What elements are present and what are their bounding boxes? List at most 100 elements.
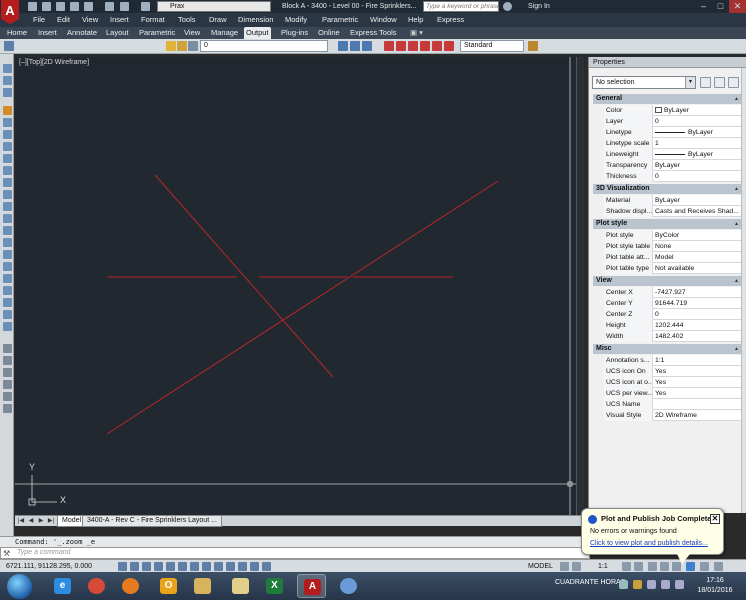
property-row[interactable]: UCS per view... Yes [604, 388, 741, 399]
maximize-button[interactable]: □ [712, 0, 729, 13]
property-row[interactable]: UCS Name [604, 399, 741, 410]
chamfer-icon[interactable] [3, 262, 12, 271]
drawing-canvas[interactable]: [–][Top][2D Wireframe] Y X [15, 57, 585, 515]
property-value[interactable]: ByLayer [654, 105, 740, 116]
layer-delete-icon[interactable] [444, 41, 454, 51]
layer-dropdown[interactable]: 0 [200, 40, 328, 52]
property-row[interactable]: Linetype scale 1 [604, 138, 741, 149]
taskbar-firefox[interactable] [116, 574, 145, 598]
blend-icon[interactable] [3, 286, 12, 295]
model-space-button[interactable]: MODEL [528, 561, 553, 572]
property-value[interactable]: 1202.444 [654, 320, 740, 331]
cloud-icon[interactable] [84, 2, 93, 11]
toggle-pickadd-icon[interactable] [700, 77, 711, 88]
layer-merge-icon[interactable] [432, 41, 442, 51]
tray-network-icon[interactable] [647, 580, 656, 589]
taskbar-file-explorer[interactable] [188, 574, 217, 598]
dynamic-input-icon[interactable] [214, 562, 223, 571]
property-row[interactable]: Lineweight ByLayer [604, 149, 741, 160]
tab-output[interactable]: Output [244, 27, 271, 39]
osnap-icon[interactable] [178, 562, 187, 571]
select-objects-icon[interactable] [714, 77, 725, 88]
collapse-icon[interactable]: ▲ [734, 276, 739, 286]
vertical-scrollbar[interactable] [576, 57, 584, 515]
menu-draw[interactable]: Draw [209, 13, 227, 27]
move-icon[interactable] [3, 166, 12, 175]
layer-lock-icon[interactable] [188, 41, 198, 51]
property-value[interactable]: Yes [654, 388, 740, 399]
construction-line-icon[interactable] [3, 76, 12, 85]
explode-icon[interactable] [3, 322, 12, 331]
minimize-button[interactable]: – [695, 0, 712, 13]
tab-manage[interactable]: Manage [209, 27, 240, 39]
property-value[interactable]: ByLayer [654, 127, 740, 138]
match-layer-icon[interactable] [350, 41, 360, 51]
property-row[interactable]: Color ByLayer [604, 105, 741, 116]
point-icon[interactable] [3, 368, 12, 377]
menu-window[interactable]: Window [370, 13, 397, 27]
tab-layout[interactable]: Layout [104, 27, 131, 39]
transparency-icon[interactable] [238, 562, 247, 571]
command-input[interactable]: Type a command [17, 548, 71, 558]
rotate-icon[interactable] [3, 178, 12, 187]
stretch-icon[interactable] [3, 202, 12, 211]
clean-screen-icon[interactable] [714, 562, 723, 571]
erase-icon[interactable] [3, 106, 12, 115]
menu-edit[interactable]: Edit [57, 13, 70, 27]
snap-mode-icon[interactable] [130, 562, 139, 571]
new-file-icon[interactable] [28, 2, 37, 11]
trim-icon[interactable] [3, 214, 12, 223]
mirror-icon[interactable] [3, 130, 12, 139]
application-menu-button[interactable]: A [1, 0, 19, 24]
quick-view-drawings-icon[interactable] [572, 562, 581, 571]
section-header-general[interactable]: General ▲ [593, 94, 741, 104]
quick-view-layouts-icon[interactable] [560, 562, 569, 571]
annotation-scale[interactable]: 1:1 [598, 561, 608, 572]
property-value[interactable]: 0 [654, 116, 740, 127]
lock-ui-icon[interactable] [660, 562, 669, 571]
infer-constraints-icon[interactable] [118, 562, 127, 571]
spline-icon[interactable] [3, 298, 12, 307]
tab-online[interactable]: Online [316, 27, 342, 39]
property-value[interactable] [654, 399, 740, 410]
property-value[interactable]: ByLayer [654, 195, 740, 206]
grid-icon[interactable] [142, 562, 151, 571]
workspace-switch-icon[interactable] [648, 562, 657, 571]
view-plot-details-link[interactable]: Click to view plot and publish details..… [590, 540, 708, 547]
property-row[interactable]: Plot style ByColor [604, 230, 741, 241]
property-row[interactable]: Thickness 0 [604, 171, 741, 182]
tab-layout-sheet[interactable]: 3400-A - Rev C - Fire Sprinklers Layout … [82, 516, 222, 527]
unisolate-icon[interactable] [396, 41, 406, 51]
ortho-icon[interactable] [154, 562, 163, 571]
menu-parametric[interactable]: Parametric [322, 13, 358, 27]
taskbar-running-task[interactable]: CUADRANTE HORAS [555, 579, 625, 586]
property-row[interactable]: Linetype ByLayer [604, 127, 741, 138]
property-value[interactable]: -7427.927 [654, 287, 740, 298]
break-icon[interactable] [3, 238, 12, 247]
collapse-icon[interactable]: ▲ [734, 184, 739, 194]
layer-off-icon[interactable] [408, 41, 418, 51]
undo-icon[interactable] [120, 2, 129, 11]
taskbar-excel[interactable]: X [260, 574, 289, 598]
property-row[interactable]: Center Y 91644.719 [604, 298, 741, 309]
property-row[interactable]: Width 1482.402 [604, 331, 741, 342]
auto-scale-icon[interactable] [634, 562, 643, 571]
menu-modify[interactable]: Modify [285, 13, 307, 27]
property-row[interactable]: Center X -7427.927 [604, 287, 741, 298]
text-style-icon[interactable] [528, 41, 538, 51]
save-as-icon[interactable] [70, 2, 79, 11]
menu-insert[interactable]: Insert [110, 13, 129, 27]
section-header-3d-visualization[interactable]: 3D Visualization ▲ [593, 184, 741, 194]
taskbar-chrome[interactable] [82, 574, 111, 598]
last-tab-icon[interactable]: ▶| [47, 517, 55, 525]
property-value[interactable]: 1:1 [654, 355, 740, 366]
extend-icon[interactable] [3, 226, 12, 235]
property-row[interactable]: UCS icon at o... Yes [604, 377, 741, 388]
region-icon[interactable] [3, 392, 12, 401]
workspace-selector[interactable]: Prax [157, 1, 271, 12]
taskbar-paint[interactable] [334, 574, 363, 598]
tab-insert[interactable]: Insert [36, 27, 59, 39]
property-value[interactable]: Yes [654, 377, 740, 388]
collapse-icon[interactable]: ▲ [734, 94, 739, 104]
quick-properties-icon[interactable] [250, 562, 259, 571]
